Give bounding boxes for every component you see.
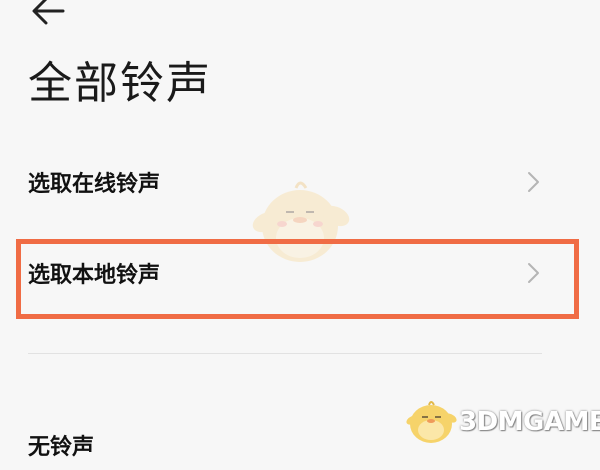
watermark-text: 3DMGAME	[459, 407, 600, 437]
select-online-ringtone-label: 选取在线铃声	[28, 172, 161, 197]
arrow-left-icon	[32, 0, 65, 25]
chevron-right-icon	[528, 172, 539, 192]
section-divider	[28, 353, 542, 354]
select-local-ringtone-item[interactable]: 选取本地铃声	[28, 248, 548, 298]
chevron-right-icon	[528, 263, 539, 283]
duck-mascot-icon	[406, 401, 457, 443]
back-button[interactable]	[30, 0, 74, 28]
select-local-ringtone-label: 选取本地铃声	[28, 263, 161, 288]
watermark-logo: 3DMGAME	[405, 398, 600, 446]
page-title: 全部铃声	[28, 58, 212, 109]
no-ringtone-label: 无铃声	[28, 435, 95, 460]
